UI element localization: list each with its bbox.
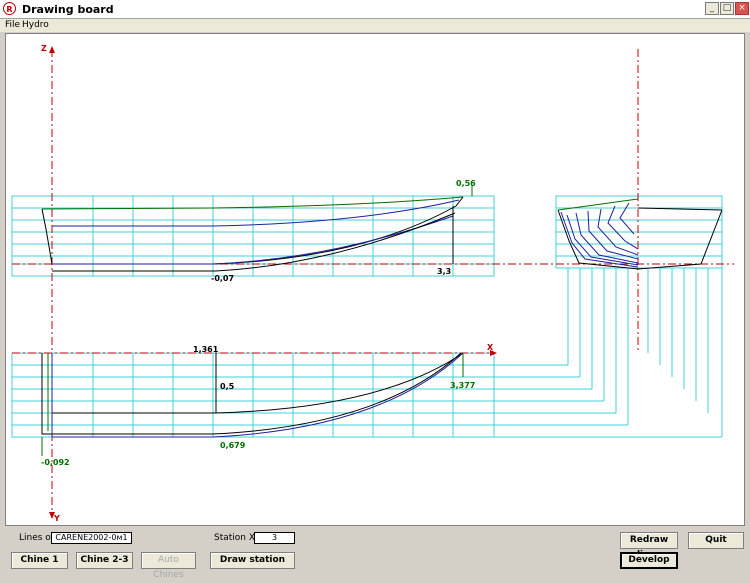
- menu-file[interactable]: File: [5, 19, 20, 32]
- axis-z-label: Z: [41, 44, 47, 53]
- chine-1-button[interactable]: Chine 1: [11, 552, 68, 569]
- axis-x-label: X: [487, 343, 494, 352]
- axis-arrows: [49, 46, 497, 519]
- redraw-lines-button[interactable]: Redraw lines: [620, 532, 678, 560]
- bodyplan-hull: [557, 198, 723, 270]
- length-label: 3,3: [437, 267, 451, 276]
- half-breadth-label: 1,361: [193, 345, 219, 354]
- lines-plan: Z X Y 0,56 -0,07 3,3 1,361 0,5 3,377 0,6…: [11, 44, 734, 523]
- annotations: Z X Y 0,56 -0,07 3,3 1,361 0,5 3,377 0,6…: [41, 44, 494, 523]
- close-button[interactable]: ×: [735, 2, 749, 15]
- menu-hydro[interactable]: Hydro: [22, 19, 49, 32]
- window-title: Drawing board: [22, 3, 114, 16]
- stern-offset-label: -0,092: [41, 458, 70, 467]
- chine-2-3-button[interactable]: Chine 2-3: [76, 552, 133, 569]
- develop-button[interactable]: Develop: [620, 552, 678, 569]
- plan-grid: [11, 352, 495, 438]
- depth-label: -0,07: [211, 274, 234, 283]
- auto-chines-button[interactable]: Auto Chines: [141, 552, 196, 580]
- drawing-canvas[interactable]: Z X Y 0,56 -0,07 3,3 1,361 0,5 3,377 0,6…: [5, 33, 745, 526]
- chine-label: 0,5: [220, 382, 235, 391]
- menu-bar: File Hydro: [0, 19, 750, 32]
- station-field[interactable]: 3: [254, 532, 295, 544]
- axis-y-label: Y: [53, 514, 60, 523]
- profile-hull: [41, 185, 473, 272]
- bow-offset-label: 3,377: [450, 381, 475, 390]
- lines-of-field[interactable]: CARENE2002-0м1: [51, 532, 132, 544]
- quit-button[interactable]: Quit: [688, 532, 744, 549]
- draw-station-button[interactable]: Draw station: [210, 552, 295, 569]
- title-bar: R Drawing board _ □ ×: [0, 0, 750, 19]
- axes: [12, 49, 734, 515]
- lines-of-label: Lines of: [19, 533, 54, 543]
- maximize-button[interactable]: □: [720, 2, 734, 15]
- app-icon: R: [3, 2, 16, 15]
- bodyplan-grid: [494, 195, 723, 438]
- freeboard-label: 0,56: [456, 179, 476, 188]
- keel-offset-label: 0,679: [220, 441, 246, 450]
- minimize-button[interactable]: _: [705, 2, 719, 15]
